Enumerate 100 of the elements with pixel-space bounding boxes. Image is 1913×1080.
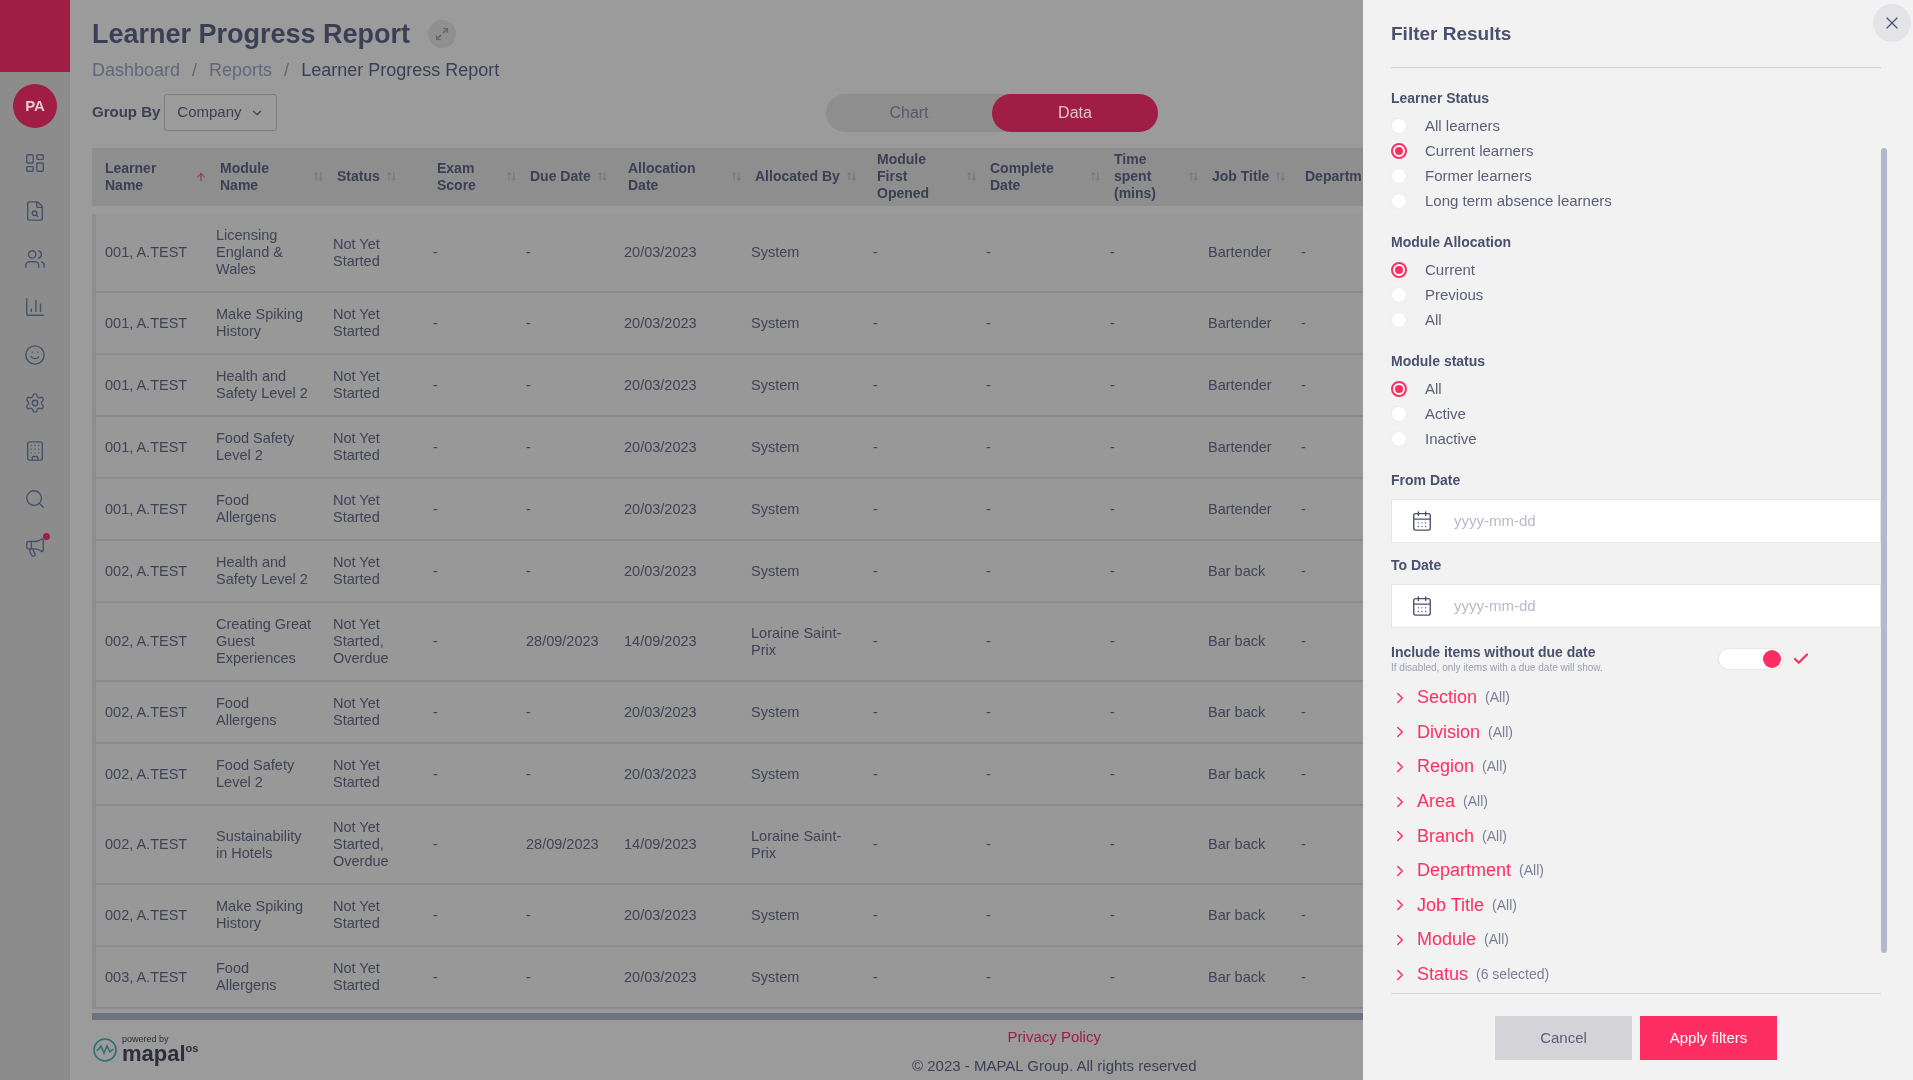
table-cell-text: -: [433, 500, 439, 518]
cancel-button[interactable]: Cancel: [1495, 1016, 1632, 1060]
group-by-select[interactable]: Company: [164, 94, 277, 131]
sort-icon[interactable]: [1090, 171, 1101, 183]
column-header[interactable]: Learner Name: [105, 159, 189, 194]
bar-chart-icon[interactable]: [24, 296, 46, 318]
view-tab[interactable]: Data: [992, 93, 1158, 132]
calendar-icon[interactable]: [1411, 509, 1433, 532]
table-cell-text: -: [986, 500, 992, 518]
radio-button[interactable]: [1391, 143, 1407, 159]
table-cell-text: -: [526, 376, 532, 394]
table-cell-text: -: [986, 562, 992, 580]
radio-button[interactable]: [1391, 262, 1407, 278]
table-cell-text: -: [1110, 906, 1116, 924]
page-title: Learner Progress Report: [92, 18, 411, 51]
table-cell-text: -: [986, 968, 992, 986]
sort-icon[interactable]: [385, 171, 397, 183]
column-header[interactable]: Module First Opened: [877, 151, 960, 203]
filter-accordion[interactable]: Department (All): [1391, 853, 1881, 889]
settings-icon[interactable]: [24, 392, 46, 414]
vertical-scrollbar[interactable]: [1881, 147, 1887, 953]
building-icon[interactable]: [24, 440, 46, 462]
sort-icon[interactable]: [1275, 171, 1287, 183]
filter-accordion[interactable]: Area (All): [1391, 784, 1881, 819]
search-icon[interactable]: [24, 488, 46, 510]
users-icon[interactable]: [24, 248, 46, 270]
accordion-title[interactable]: Branch: [1417, 822, 1475, 850]
accordion-title[interactable]: Department: [1417, 857, 1512, 885]
column-header[interactable]: Allocation Date: [628, 159, 725, 194]
expand-icon[interactable]: [435, 27, 450, 42]
sort-icon[interactable]: [731, 171, 742, 183]
radio-label[interactable]: Former learners: [1425, 164, 1532, 188]
sort-icon[interactable]: [596, 171, 608, 183]
column-header[interactable]: Status: [337, 168, 380, 186]
radio-label[interactable]: Previous: [1425, 283, 1484, 307]
table-cell-text: Not Yet Started, Overdue: [333, 819, 390, 870]
dashboard-icon[interactable]: [24, 152, 46, 174]
sort-icon[interactable]: [1188, 171, 1199, 183]
table-cell-text: Not Yet Started: [333, 430, 381, 464]
radio-label[interactable]: Long term absence learners: [1425, 189, 1612, 213]
column-header[interactable]: Due Date: [530, 168, 591, 186]
sort-icon[interactable]: [966, 171, 977, 183]
radio-label[interactable]: All: [1425, 377, 1442, 401]
accordion-title[interactable]: Status: [1417, 961, 1469, 989]
horizontal-scrollbar[interactable]: [92, 1013, 1363, 1020]
user-avatar[interactable]: PA: [13, 84, 57, 128]
view-tab[interactable]: Chart: [826, 93, 992, 132]
column-header[interactable]: Departm: [1305, 168, 1362, 186]
sort-icon[interactable]: [845, 171, 857, 183]
accordion-title[interactable]: Module: [1417, 926, 1477, 954]
radio-label[interactable]: Current: [1425, 258, 1476, 282]
radio-label[interactable]: Current learners: [1425, 139, 1534, 163]
accordion-summary: (All): [1488, 722, 1513, 742]
apply-button[interactable]: Apply filters: [1640, 1016, 1777, 1060]
privacy-policy-link[interactable]: Privacy Policy: [1007, 1026, 1101, 1049]
smiley-icon[interactable]: [24, 344, 46, 366]
table-cell-text: 20/03/2023: [624, 500, 698, 518]
date-input-field[interactable]: yyyy-mm-dd: [1391, 583, 1881, 628]
toggle-switch[interactable]: [1718, 648, 1784, 670]
column-header[interactable]: Complete Date: [990, 159, 1084, 194]
filter-group-label: Learner Status: [1391, 88, 1491, 108]
accordion-title[interactable]: Area: [1417, 788, 1456, 816]
table-cell: Creating Great Guest Experiences: [216, 616, 312, 667]
filter-accordion[interactable]: Job Title (All): [1391, 888, 1881, 923]
table-cell-text: Bartender: [1208, 314, 1273, 332]
table-cell-text: Bartender: [1208, 376, 1273, 394]
radio-label[interactable]: All learners: [1425, 114, 1501, 138]
sort-ascending-icon[interactable]: [195, 170, 207, 183]
breadcrumb-link[interactable]: Dashboard: [92, 56, 181, 84]
filter-accordion[interactable]: Region (All): [1391, 749, 1881, 785]
breadcrumb-link[interactable]: Reports: [209, 56, 273, 84]
sort-icon[interactable]: [506, 171, 517, 183]
report-search-icon[interactable]: [24, 200, 46, 222]
column-header[interactable]: Module Name: [220, 159, 307, 194]
radio-label[interactable]: Inactive: [1425, 427, 1477, 451]
table-cell-text: Loraine Saint-Prix: [751, 624, 843, 659]
filter-accordion[interactable]: Branch (All): [1391, 818, 1881, 854]
radio-label[interactable]: All: [1425, 308, 1442, 332]
radio-button[interactable]: [1391, 381, 1407, 397]
filter-accordion[interactable]: Status (6 selected): [1391, 957, 1881, 992]
date-input-field[interactable]: yyyy-mm-dd: [1391, 498, 1881, 543]
accordion-title[interactable]: Job Title: [1417, 891, 1485, 919]
table-cell-text: -: [526, 500, 532, 518]
column-header[interactable]: Exam Score: [437, 159, 500, 194]
expand-button[interactable]: [428, 20, 457, 49]
table-cell-text: -: [873, 314, 879, 332]
column-header[interactable]: Time spent (mins): [1114, 151, 1182, 203]
accordion-title[interactable]: Division: [1417, 718, 1481, 746]
sort-icon[interactable]: [313, 171, 324, 183]
accordion-title[interactable]: Section: [1417, 684, 1478, 712]
filter-accordion[interactable]: Division (All): [1391, 715, 1881, 750]
table-cell-text: -: [526, 244, 532, 261]
radio-label[interactable]: Active: [1425, 402, 1466, 426]
calendar-icon[interactable]: [1411, 594, 1433, 617]
filter-accordion[interactable]: Module (All): [1391, 922, 1881, 958]
column-header[interactable]: Job Title: [1212, 168, 1270, 186]
filter-accordion[interactable]: Section (All): [1391, 680, 1881, 716]
accordion-title[interactable]: Region: [1417, 753, 1475, 781]
column-header[interactable]: Allocated By: [755, 168, 840, 186]
table-cell-text: 002, A.TEST: [105, 765, 189, 783]
